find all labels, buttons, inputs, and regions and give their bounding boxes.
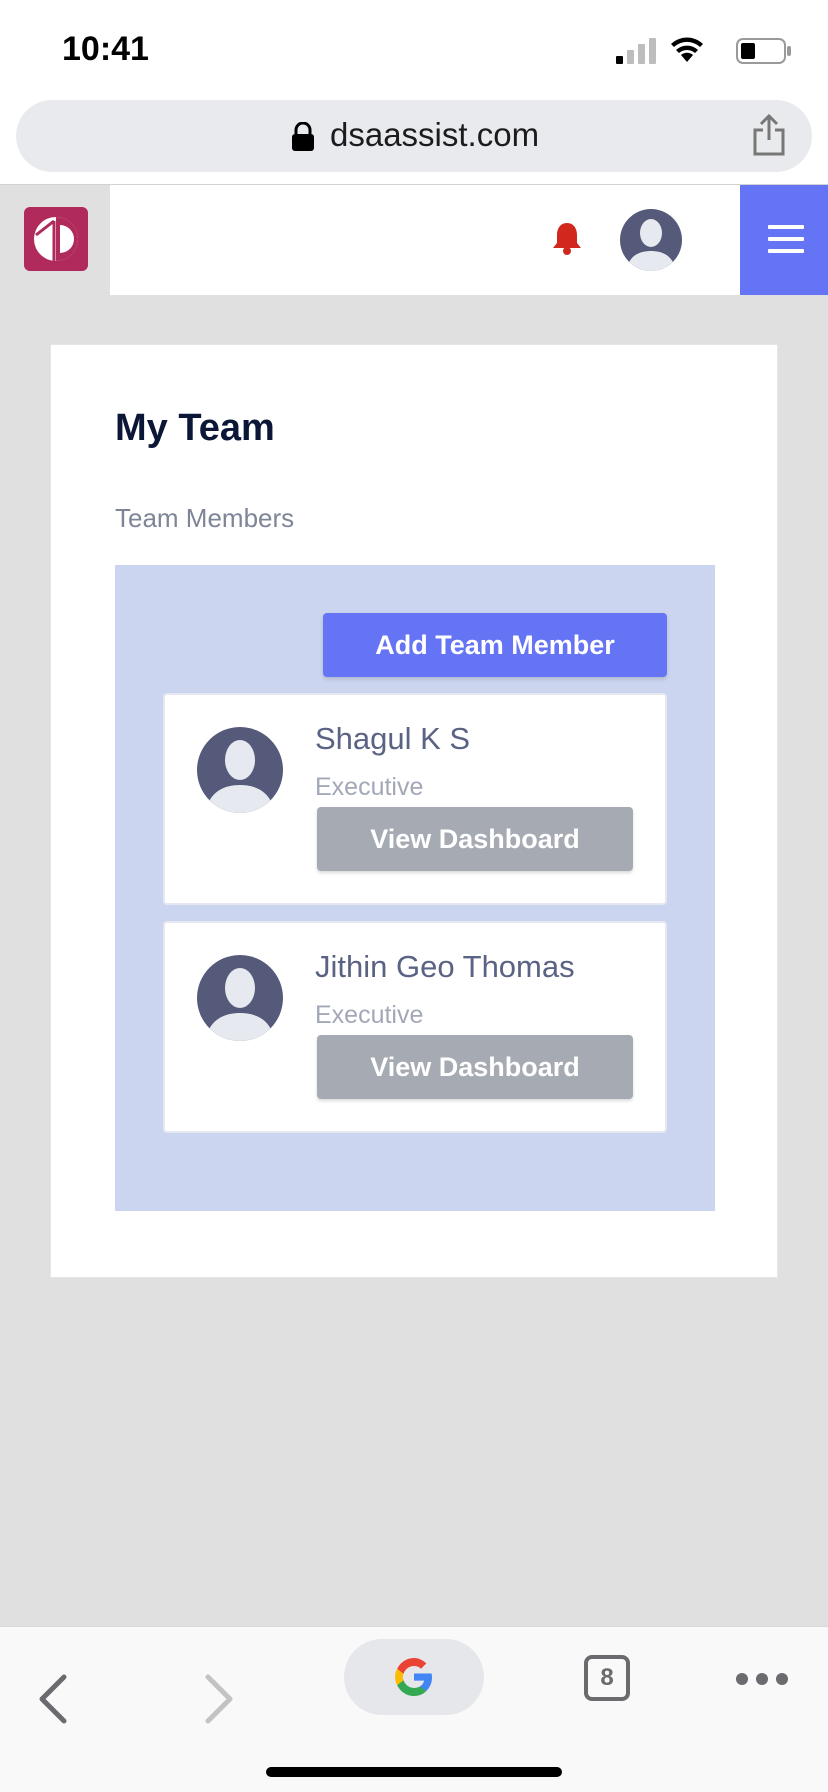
tabs-button[interactable]: 8: [584, 1655, 630, 1701]
add-team-member-button[interactable]: Add Team Member: [323, 613, 667, 677]
header-bar: [110, 185, 740, 295]
member-avatar-icon: [197, 955, 283, 1041]
main-card: My Team Team Members Add Team Member Sha…: [50, 344, 778, 1278]
signal-icon: [616, 38, 656, 64]
app-header: [0, 184, 828, 295]
bell-icon[interactable]: [552, 221, 582, 255]
member-name: Jithin Geo Thomas: [315, 949, 575, 984]
home-indicator: [266, 1767, 562, 1777]
browser-toolbar: 8: [0, 1626, 828, 1792]
member-card: Shagul K S Executive View Dashboard: [163, 693, 667, 905]
view-dashboard-button[interactable]: View Dashboard: [317, 1035, 633, 1099]
more-icon[interactable]: [734, 1671, 790, 1687]
view-dashboard-button[interactable]: View Dashboard: [317, 807, 633, 871]
google-search-button[interactable]: [344, 1639, 484, 1715]
battery-icon: [736, 38, 791, 64]
url-text: dsaassist.com: [330, 116, 540, 153]
team-panel: Add Team Member Shagul K S Executive Vie…: [115, 565, 715, 1211]
browser-url-area: dsaassist.com: [0, 96, 828, 184]
status-bar: 10:41: [0, 0, 828, 96]
page-title: My Team: [115, 407, 275, 449]
wifi-icon: [671, 37, 703, 62]
dsa-logo-icon[interactable]: [24, 207, 88, 271]
member-name: Shagul K S: [315, 721, 471, 756]
status-time: 10:41: [62, 30, 149, 68]
user-avatar-icon[interactable]: [620, 209, 682, 271]
forward-icon[interactable]: [202, 1673, 236, 1725]
member-avatar-icon: [197, 727, 283, 813]
google-icon: [395, 1658, 432, 1696]
logo-cell[interactable]: [0, 185, 110, 295]
address-bar[interactable]: dsaassist.com: [16, 100, 812, 172]
member-card: Jithin Geo Thomas Executive View Dashboa…: [163, 921, 667, 1133]
menu-button[interactable]: [740, 185, 828, 295]
member-role: Executive: [315, 773, 424, 801]
status-icons: [612, 34, 792, 66]
member-role: Executive: [315, 1001, 424, 1029]
back-icon[interactable]: [36, 1673, 70, 1725]
share-icon[interactable]: [752, 114, 786, 156]
hamburger-icon: [768, 225, 804, 253]
lock-icon: [292, 122, 314, 151]
section-label: Team Members: [115, 503, 295, 533]
